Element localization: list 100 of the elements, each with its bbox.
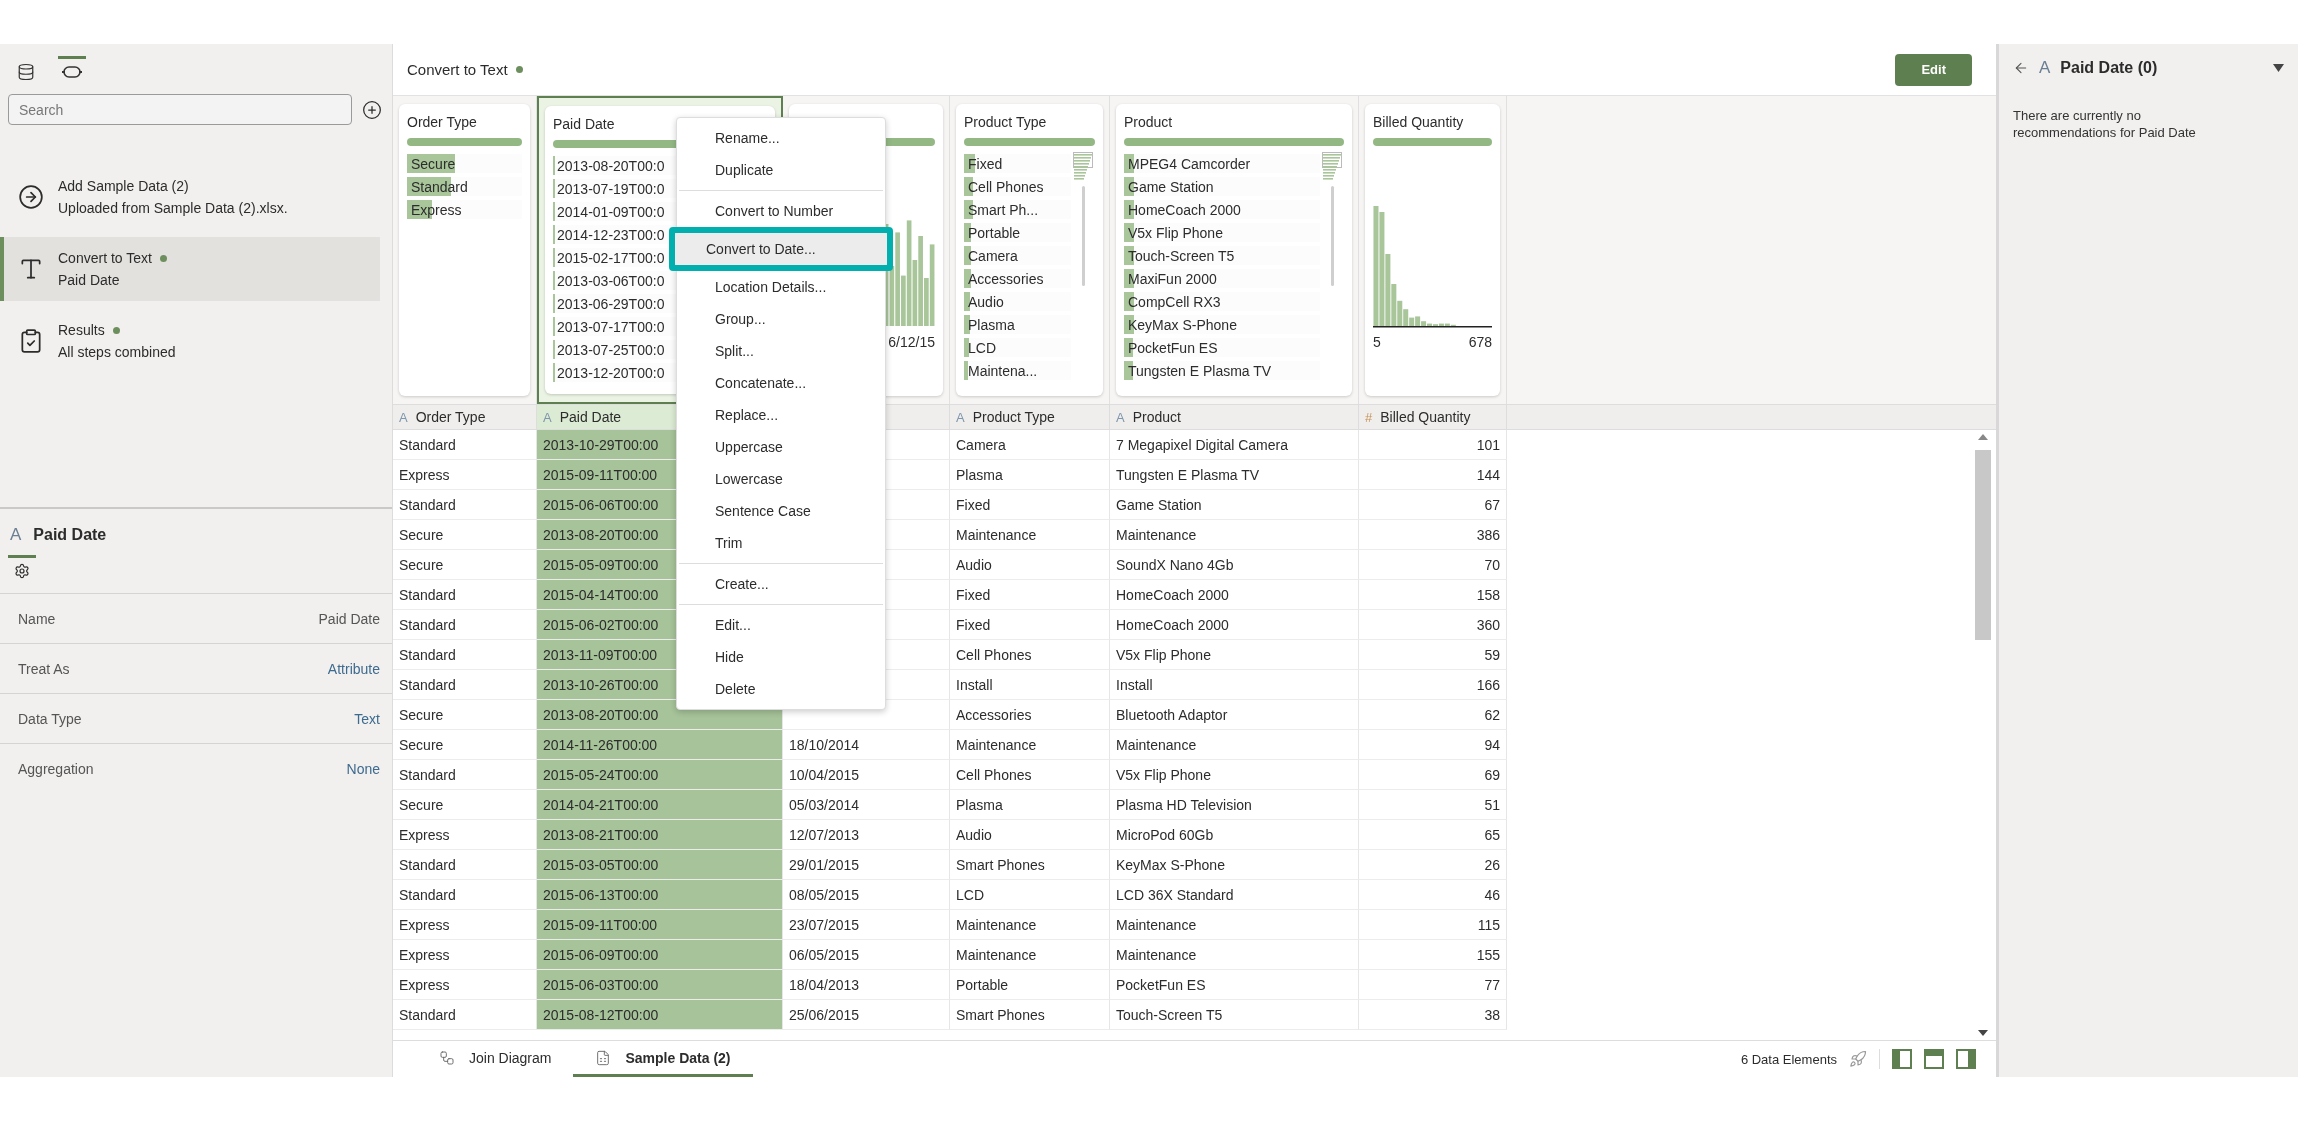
table-cell: Maintenance	[1110, 520, 1359, 550]
table-cell: 386	[1359, 520, 1507, 550]
table-cell: 144	[1359, 460, 1507, 490]
table-cell: Install	[950, 670, 1110, 700]
card-title: Product	[1124, 114, 1174, 132]
table-cell: 2015-06-03T00:00	[537, 970, 783, 1000]
table-cell: Fixed	[950, 610, 1110, 640]
table-cell: 166	[1359, 670, 1507, 700]
column-name: Billed Quantity	[1380, 409, 1471, 425]
table-cell: Maintenance	[1110, 910, 1359, 940]
value-label: 2013-03-06T00:0	[556, 272, 665, 289]
value-label: Fixed	[967, 155, 1003, 172]
table-cell: 2015-06-09T00:00	[537, 940, 783, 970]
table-cell: Plasma HD Television	[1110, 790, 1359, 820]
table-cell: 2015-08-12T00:00	[537, 1000, 783, 1030]
card-title: Billed Quantity	[1373, 114, 1465, 132]
value-label: Express	[410, 201, 462, 218]
table-cell: 51	[1359, 790, 1507, 820]
table-cell: 115	[1359, 910, 1507, 940]
value-label: MPEG4 Camcorder	[1127, 155, 1251, 172]
table-cell: 62	[1359, 700, 1507, 730]
table-cell: HomeCoach 2000	[1110, 610, 1359, 640]
table-cell: Plasma	[950, 460, 1110, 490]
value-label: Accessories	[967, 270, 1044, 287]
table-cell: LCD	[950, 880, 1110, 910]
table-cell: 38	[1359, 1000, 1507, 1030]
value-label: V5x Flip Phone	[1127, 224, 1223, 241]
table-cell: Audio	[950, 820, 1110, 850]
value-label: LCD	[967, 339, 996, 356]
table-cell: KeyMax S-Phone	[1110, 850, 1359, 880]
table-cell: 26	[1359, 850, 1507, 880]
range-start: 5	[1373, 334, 1381, 350]
value-label: Plasma	[967, 316, 1015, 333]
type-glyph: A	[399, 409, 408, 425]
value-label: 2013-12-20T00:0	[556, 364, 665, 381]
table-cell: Cell Phones	[950, 640, 1110, 670]
table-cell: 155	[1359, 940, 1507, 970]
table-cell: Bluetooth Adaptor	[1110, 700, 1359, 730]
column-name: Order Type	[415, 409, 486, 425]
value-label: MaxiFun 2000	[1127, 270, 1217, 287]
table-cell: 25/06/2015	[783, 1000, 950, 1030]
table-cell: Tungsten E Plasma TV	[1110, 460, 1359, 490]
card-title: Paid Date	[553, 116, 616, 134]
table-cell: Maintenance	[950, 520, 1110, 550]
table-cell: Maintenance	[950, 730, 1110, 760]
property-label: Name	[18, 610, 56, 627]
property-value: Paid Date	[318, 610, 380, 627]
table-cell: 06/05/2015	[783, 940, 950, 970]
type-glyph: #	[1365, 409, 1373, 425]
step-title: Convert to Text	[58, 250, 152, 266]
type-glyph: A	[1116, 409, 1125, 425]
value-label: CompCell RX3	[1127, 293, 1221, 310]
table-cell: 2015-05-24T00:00	[537, 760, 783, 790]
table-cell: 23/07/2015	[783, 910, 950, 940]
value-label: Portable	[967, 224, 1021, 241]
value-label: 2014-01-09T00:0	[556, 203, 665, 220]
table-cell: 2014-04-21T00:00	[537, 790, 783, 820]
range-end: 678	[1468, 334, 1492, 350]
value-label: Audio	[967, 293, 1004, 310]
table-cell: 7 Megapixel Digital Camera	[1110, 430, 1359, 460]
step-title: Results	[58, 322, 105, 338]
table-cell: Accessories	[950, 700, 1110, 730]
value-label: Touch-Screen T5	[1127, 247, 1235, 264]
table-cell: Fixed	[950, 490, 1110, 520]
table-cell: Maintenance	[1110, 940, 1359, 970]
table-cell: 2015-03-05T00:00	[537, 850, 783, 880]
value-label: Cell Phones	[967, 178, 1044, 195]
column-name: Product Type	[972, 409, 1055, 425]
table-cell: 101	[1359, 430, 1507, 460]
value-label: 2013-08-20T00:0	[556, 157, 665, 174]
type-glyph: A	[543, 409, 552, 425]
value-label: 2013-07-25T00:0	[556, 341, 665, 358]
card-title: Order Type	[407, 114, 478, 132]
table-cell: Install	[1110, 670, 1359, 700]
table-cell: 65	[1359, 820, 1507, 850]
table-cell: Game Station	[1110, 490, 1359, 520]
table-cell: V5x Flip Phone	[1110, 640, 1359, 670]
table-cell: Smart Phones	[950, 850, 1110, 880]
property-label: Treat As	[18, 660, 70, 677]
table-cell: Portable	[950, 970, 1110, 1000]
property-label: Data Type	[18, 710, 82, 727]
table-cell: Plasma	[950, 790, 1110, 820]
value-label: 2013-06-29T00:0	[556, 295, 665, 312]
element-count: 6 Data Elements	[1740, 1051, 1837, 1067]
table-cell: 46	[1359, 880, 1507, 910]
table-cell: 77	[1359, 970, 1507, 1000]
value-label: KeyMax S-Phone	[1127, 316, 1237, 333]
table-cell: 08/05/2015	[783, 880, 950, 910]
table-cell: Maintenance	[1110, 730, 1359, 760]
value-label: Game Station	[1127, 178, 1214, 195]
table-cell: 94	[1359, 730, 1507, 760]
step-subtitle: Uploaded from Sample Data (2).xlsx.	[58, 200, 288, 216]
empty-message: There are currently no recommendations for Paid Date	[2013, 108, 2197, 142]
value-label: Secure	[410, 155, 456, 172]
property-label: Aggregation	[18, 760, 94, 777]
table-cell: 18/10/2014	[783, 730, 950, 760]
table-cell: Maintenance	[950, 910, 1110, 940]
panel-title: Paid Date (0)	[2060, 59, 2158, 77]
table-cell: LCD 36X Standard	[1110, 880, 1359, 910]
table-cell: Camera	[950, 430, 1110, 460]
